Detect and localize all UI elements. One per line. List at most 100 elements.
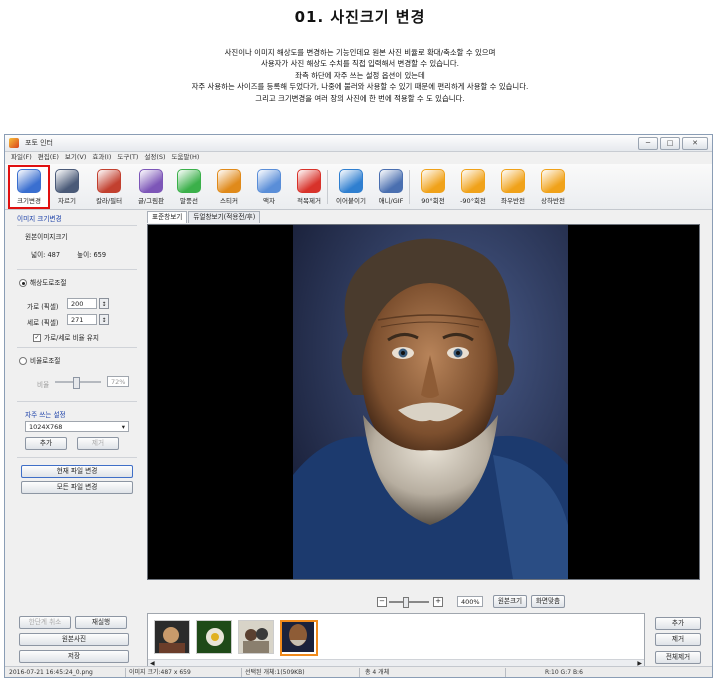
app-window: 포토 인터 ─ □ ✕ 파일(F) 편집(E) 보기(V) 효과(I) 도구(T… <box>4 134 713 678</box>
tool-label: 액자 <box>263 197 275 205</box>
tool-merge-button[interactable]: 이어붙이기 <box>331 166 371 208</box>
tool-flip-vertical-button[interactable]: 상하반전 <box>533 166 573 208</box>
intro-line: 자주 사용하는 사이즈를 등록해 두었다가, 나중에 불러와 사용할 수 있기 … <box>191 82 529 92</box>
remove-all-button[interactable]: 전체제거 <box>655 651 701 664</box>
tool-color-filter-button[interactable]: 칼라/필터 <box>89 166 129 208</box>
ratio-option-label: 비율로조절 <box>30 357 61 365</box>
menu-settings[interactable]: 설정(S) <box>144 152 165 163</box>
thumbnail[interactable] <box>196 620 232 654</box>
tool-frame-button[interactable]: 액자 <box>249 166 289 208</box>
zoom-value[interactable]: 400% <box>457 596 483 607</box>
tool-rotate-ccw-button[interactable]: -90°회전 <box>453 166 493 208</box>
page-heading: 01. 사진크기 변경 <box>294 8 426 26</box>
original-photo-button[interactable]: 원본사진 <box>19 633 129 646</box>
tool-resize-button[interactable]: 크기변경 <box>8 165 50 209</box>
tab-standard-view[interactable]: 표준창보기 <box>147 211 188 223</box>
apply-all-button[interactable]: 모든 파일 변경 <box>21 481 133 494</box>
frame-icon <box>257 169 281 193</box>
tool-speech-bubble-button[interactable]: 말풍선 <box>169 166 209 208</box>
thumbnail-strip: ◀ ▶ <box>147 613 645 669</box>
status-filename: 2016-07-21 16:45:24_0.png <box>9 669 93 676</box>
remove-favorite-button[interactable]: 제거 <box>77 437 119 450</box>
title-bar: 포토 인터 ─ □ ✕ <box>5 135 712 152</box>
tool-sticker-button[interactable]: 스티커 <box>209 166 249 208</box>
sticker-icon <box>217 169 241 193</box>
tool-redeye-button[interactable]: 적목제거 <box>289 166 329 208</box>
panel-header: 이미지 크기변경 <box>17 215 62 223</box>
tool-label: 좌우반전 <box>501 197 525 205</box>
width-input[interactable]: 200 <box>67 298 97 309</box>
rotate-cw-icon <box>421 169 445 193</box>
thumbnail-selected[interactable] <box>280 620 318 656</box>
image-viewer[interactable] <box>147 224 700 580</box>
tool-flip-horizontal-button[interactable]: 좌우반전 <box>493 166 533 208</box>
gif-icon <box>379 169 403 193</box>
radio-unchecked-icon <box>19 357 27 365</box>
thumbnail[interactable] <box>238 620 274 654</box>
menu-edit[interactable]: 편집(E) <box>38 152 59 163</box>
tool-text-paint-button[interactable]: 글/그림판 <box>131 166 171 208</box>
ratio-slider[interactable] <box>55 377 101 389</box>
resolution-option[interactable]: 해상도로조절 <box>19 277 66 287</box>
toolbar-separator <box>327 170 328 204</box>
width-spin[interactable]: ↕ <box>99 298 109 309</box>
height-spin[interactable]: ↕ <box>99 314 109 325</box>
original-width: 넓이: 487 <box>31 251 61 259</box>
thumbnail[interactable] <box>154 620 190 654</box>
original-size-button[interactable]: 원본크기 <box>493 595 527 608</box>
resize-panel: 이미지 크기변경 원본이미지크기 넓이: 487 높이: 659 해상도로조절 … <box>11 211 137 611</box>
zoom-slider[interactable] <box>389 597 429 608</box>
status-bar: 2016-07-21 16:45:24_0.png 이미지 크기:487 x 6… <box>5 666 712 677</box>
keep-ratio-checkbox[interactable]: ✓ 가로/세로 비율 유지 <box>33 332 99 342</box>
redo-button[interactable]: 재실행 <box>75 616 127 629</box>
rotate-ccw-icon <box>461 169 485 193</box>
maximize-button[interactable]: □ <box>660 137 680 150</box>
menu-effects[interactable]: 효과(I) <box>92 152 111 163</box>
menu-file[interactable]: 파일(F) <box>11 152 32 163</box>
close-button[interactable]: ✕ <box>682 137 708 150</box>
favorites-selected: 1024X768 <box>29 423 63 431</box>
thumbnail-image <box>155 621 189 653</box>
slider-thumb[interactable] <box>73 377 80 389</box>
zoom-slider-thumb[interactable] <box>403 597 409 608</box>
tool-label: 글/그림판 <box>137 197 165 205</box>
tool-gif-button[interactable]: 애니/GIF <box>371 166 411 208</box>
tool-crop-button[interactable]: 자르기 <box>47 166 87 208</box>
keep-ratio-label: 가로/세로 비율 유지 <box>44 334 99 342</box>
chevron-down-icon: ▾ <box>121 423 125 431</box>
tool-label: 애니/GIF <box>378 197 404 205</box>
tab-dual-view[interactable]: 듀얼창보기(적용전/후) <box>188 211 261 223</box>
zoom-out-button[interactable]: − <box>377 597 387 607</box>
checkbox-checked-icon: ✓ <box>33 334 41 342</box>
redeye-icon <box>297 169 321 193</box>
add-file-button[interactable]: 추가 <box>655 617 701 630</box>
minimize-button[interactable]: ─ <box>638 137 658 150</box>
app-logo-icon <box>9 138 19 148</box>
save-button[interactable]: 저장 <box>19 650 129 663</box>
thumbnail-image <box>197 621 231 653</box>
undo-button[interactable]: 한단계 취소 <box>19 616 71 629</box>
menu-help[interactable]: 도움말(H) <box>172 152 200 163</box>
favorites-select[interactable]: 1024X768 ▾ <box>25 421 129 432</box>
ratio-option[interactable]: 비율로조절 <box>19 355 60 365</box>
intro-text: 사진이나 이미지 해상도를 변경하는 기능인데요 원본 사진 비율로 확대/축소… <box>0 47 720 104</box>
height-field-label: 세로 (픽셀) <box>27 319 59 327</box>
status-total: 총 4 개체 <box>365 669 390 676</box>
height-input[interactable]: 271 <box>67 314 97 325</box>
flip-vertical-icon <box>541 169 565 193</box>
thumbnail-image <box>239 621 273 653</box>
tool-rotate-cw-button[interactable]: 90°회전 <box>413 166 453 208</box>
menu-tools[interactable]: 도구(T) <box>117 152 138 163</box>
apply-current-button[interactable]: 현재 파일 변경 <box>21 465 133 478</box>
zoom-in-button[interactable]: + <box>433 597 443 607</box>
menu-view[interactable]: 보기(V) <box>65 152 86 163</box>
tool-label: 칼라/필터 <box>95 197 123 205</box>
remove-file-button[interactable]: 제거 <box>655 633 701 646</box>
fit-screen-button[interactable]: 화면맞춤 <box>531 595 565 608</box>
tool-label: 스티커 <box>220 197 238 205</box>
add-favorite-button[interactable]: 추가 <box>25 437 67 450</box>
tool-label: 90°회전 <box>421 197 445 205</box>
ratio-value[interactable]: 72% <box>107 376 129 387</box>
tool-label: 자르기 <box>58 197 76 205</box>
color-filter-icon <box>97 169 121 193</box>
